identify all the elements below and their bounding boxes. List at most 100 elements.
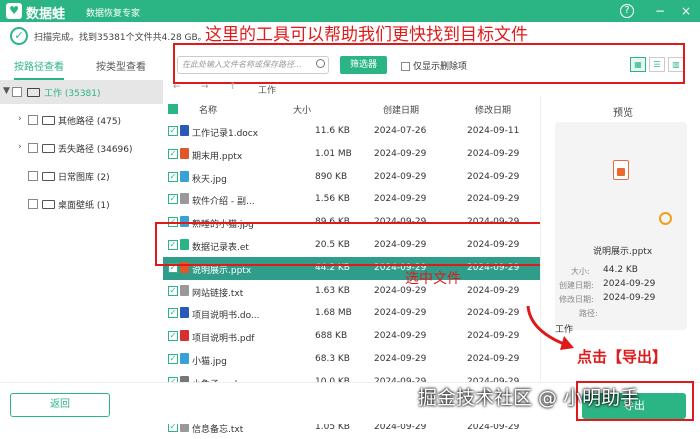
file-modified: 2024-09-29	[467, 354, 520, 364]
table-row[interactable]: ✓ 秋天.jpg 890 KB 2024-09-29 2024-09-29	[163, 166, 540, 189]
file-created: 2024-09-29	[374, 331, 427, 342]
folder-icon	[42, 116, 55, 125]
file-size: 688 KB	[315, 331, 348, 342]
table-row[interactable]: ✓ 工作记录1.docx 11.6 KB 2024-07-26 2024-09-11	[163, 120, 540, 143]
file-modified: 2024-09-29	[467, 331, 520, 342]
tab-path-view[interactable]: 按路径查看	[14, 56, 64, 80]
magnifier-icon[interactable]	[659, 212, 672, 225]
file-size: 68.3 KB	[315, 354, 350, 364]
row-checkbox[interactable]: ✓	[168, 354, 178, 364]
file-size: 1.68 MB	[315, 308, 352, 319]
tree-item-other-paths[interactable]: › 其他路径 (475)	[0, 108, 163, 132]
title-bar: ♥ 数据蛙 数据恢复专家 ? − ×	[0, 0, 700, 22]
forward-arrow-icon[interactable]: →	[201, 82, 209, 92]
file-size: 1.01 MB	[315, 148, 352, 159]
row-checkbox[interactable]: ✓	[168, 171, 178, 182]
annotation-box-toolbar	[173, 43, 685, 84]
file-created: 2024-09-29	[374, 354, 427, 364]
col-modified[interactable]: 修改日期	[475, 103, 511, 116]
current-path: 工作	[258, 86, 277, 96]
tree-item-label: 桌面壁纸 (1)	[58, 201, 110, 211]
chevron-down-icon[interactable]: ▼	[3, 86, 10, 96]
back-arrow-icon[interactable]: ←	[173, 82, 181, 92]
annotation-select-file: 选中文件	[405, 271, 461, 287]
up-arrow-icon[interactable]: ↑	[229, 82, 237, 92]
file-created: 2024-09-29	[374, 171, 427, 182]
file-name: 小猫.jpg	[192, 357, 227, 367]
folder-icon	[42, 144, 55, 153]
tree-item-label: 其他路径 (475)	[58, 117, 122, 127]
table-row[interactable]: ✓ 小猫.jpg 68.3 KB 2024-09-29 2024-09-29	[163, 348, 540, 371]
row-checkbox[interactable]: ✓	[168, 331, 178, 342]
row-checkbox[interactable]: ✓	[168, 308, 178, 319]
table-header: 名称 大小 创建日期 修改日期	[163, 98, 540, 120]
folder-icon	[42, 200, 55, 209]
tree-item-label: 日常图库 (2)	[58, 173, 110, 183]
file-name: 项目说明书.pdf	[192, 334, 255, 345]
file-name: 项目说明书.do...	[192, 311, 260, 322]
file-name: 信息备忘.txt	[192, 425, 244, 436]
file-modified: 2024-09-11	[467, 126, 520, 136]
file-created: 2024-09-29	[374, 194, 427, 205]
col-size[interactable]: 大小	[293, 103, 311, 116]
row-checkbox[interactable]: ✓	[168, 148, 178, 159]
file-name: 网站链接.txt	[192, 288, 244, 299]
tree-item-lost-paths[interactable]: › 丢失路径 (34696)	[0, 136, 163, 160]
back-button[interactable]: 返回	[10, 393, 110, 417]
folder-icon	[42, 172, 55, 181]
file-name: 软件介绍 - 副...	[192, 197, 255, 208]
table-row[interactable]: ✓ 项目说明书.pdf 688 KB 2024-09-29 2024-09-29	[163, 325, 540, 348]
row-checkbox[interactable]: ✓	[168, 285, 178, 296]
tab-type-view[interactable]: 按类型查看	[96, 56, 146, 80]
help-icon[interactable]: ?	[620, 4, 634, 18]
tree-checkbox[interactable]	[28, 115, 38, 125]
tree-item-wallpaper[interactable]: 桌面壁纸 (1)	[0, 192, 163, 216]
file-modified: 2024-09-29	[467, 171, 520, 182]
meta-path-label: 路径:	[579, 309, 598, 318]
select-all-checkbox[interactable]	[168, 104, 178, 114]
table-row[interactable]: ✓ 网站链接.txt 1.63 KB 2024-09-29 2024-09-29	[163, 280, 540, 303]
annotation-arrow	[526, 305, 574, 350]
row-checkbox[interactable]: ✓	[168, 126, 178, 136]
path-nav: ← → ↑ 工作	[163, 82, 540, 96]
col-created[interactable]: 创建日期	[383, 103, 419, 116]
computer-icon	[27, 88, 40, 97]
tree-checkbox[interactable]	[28, 171, 38, 181]
table-row[interactable]: ✓ 软件介绍 - 副... 1.56 KB 2024-09-29 2024-09-29	[163, 188, 540, 211]
file-created: 2024-09-29	[374, 148, 427, 159]
file-name: 秋天.jpg	[192, 174, 227, 185]
app-logo-icon: ♥	[6, 3, 22, 19]
col-name[interactable]: 名称	[199, 103, 217, 116]
tree-item-label: 工作 (35381)	[44, 89, 101, 99]
tree-item-daily-gallery[interactable]: 日常图库 (2)	[0, 164, 163, 188]
file-created: 2024-07-26	[374, 126, 427, 136]
chevron-right-icon[interactable]: ›	[18, 114, 22, 124]
folder-tree: ▼ 工作 (35381) › 其他路径 (475) › 丢失路径 (34696)…	[0, 80, 163, 380]
annotation-tools: 这里的工具可以帮助我们更快找到目标文件	[205, 25, 528, 45]
file-created: 2024-09-29	[374, 308, 427, 319]
meta-created-value: 2024-09-29	[603, 279, 656, 289]
tree-item-label: 丢失路径 (34696)	[58, 145, 133, 155]
file-type-icon	[180, 125, 189, 136]
table-row[interactable]: ✓ 项目说明书.do... 1.68 MB 2024-09-29 2024-09-29	[163, 302, 540, 325]
file-type-icon	[180, 307, 189, 319]
file-type-icon	[180, 147, 189, 159]
annotation-click-export: 点击【导出】	[577, 348, 668, 366]
file-type-icon	[180, 284, 189, 296]
tree-checkbox[interactable]	[28, 143, 38, 153]
tree-item-work[interactable]: ▼ 工作 (35381)	[0, 80, 163, 104]
preview-title: 预览	[613, 108, 633, 119]
scan-status-text: 扫描完成。找到35381个文件共4.28 GB。	[34, 33, 207, 43]
row-checkbox[interactable]: ✓	[168, 194, 178, 205]
file-size: 890 KB	[315, 171, 348, 182]
chevron-right-icon[interactable]: ›	[18, 142, 22, 152]
minimize-icon[interactable]: −	[652, 3, 668, 19]
table-row[interactable]: ✓ 期末用.pptx 1.01 MB 2024-09-29 2024-09-29	[163, 143, 540, 166]
meta-size-value: 44.2 KB	[603, 265, 638, 275]
file-name: 工作记录1.docx	[192, 129, 259, 139]
close-icon[interactable]: ×	[678, 3, 694, 19]
tree-checkbox[interactable]	[12, 87, 22, 97]
meta-modified-value: 2024-09-29	[603, 293, 656, 303]
app-name: 数据蛙	[26, 7, 66, 22]
tree-checkbox[interactable]	[28, 199, 38, 209]
